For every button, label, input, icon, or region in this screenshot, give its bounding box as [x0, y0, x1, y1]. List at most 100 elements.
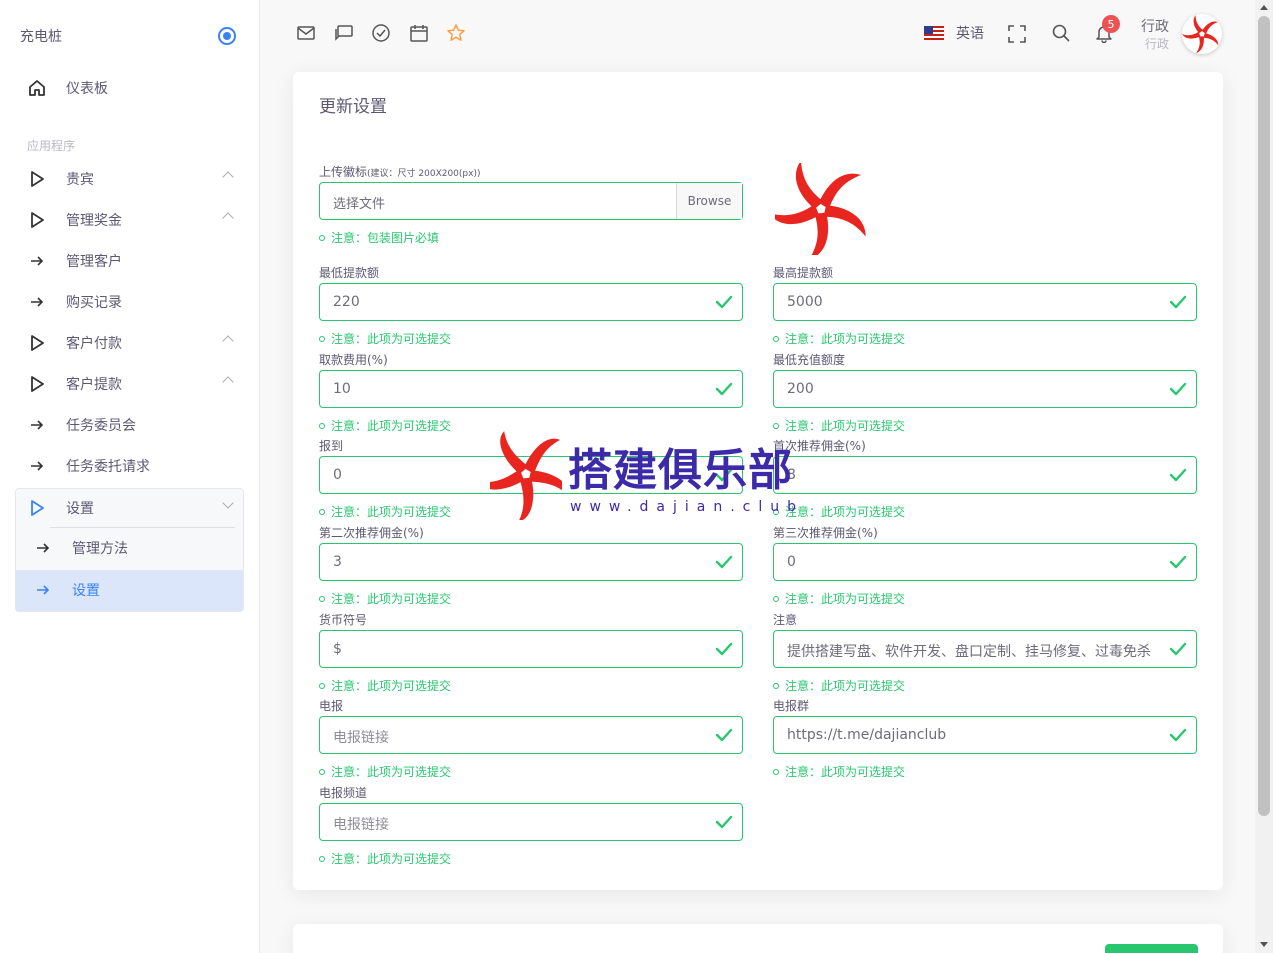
sidebar-item-label: 任务委员会	[66, 418, 136, 434]
fullscreen-icon[interactable]	[1007, 24, 1027, 44]
optional-note: 注意：此项为可选提交	[773, 417, 905, 434]
sidebar-item-label: 任务委托请求	[66, 459, 150, 475]
notification-badge: 5	[1102, 15, 1120, 33]
first-commission-input[interactable]: 8	[773, 456, 1197, 494]
chevron-up-icon	[222, 335, 234, 347]
chevron-down-icon	[222, 497, 234, 509]
sidebar-item-settings-sub[interactable]: 设置	[22, 570, 250, 610]
sidebar-toggle-icon[interactable]	[218, 27, 236, 45]
file-placeholder: 选择文件	[333, 197, 386, 212]
sidebar-item-vip[interactable]: 贵宾	[16, 159, 244, 199]
min-recharge-value: 200	[787, 381, 814, 397]
play-icon	[26, 497, 48, 519]
withdraw-fee-value: 10	[333, 381, 351, 397]
withdraw-fee-label: 取款费用(%)	[319, 353, 388, 367]
calendar-icon[interactable]	[409, 23, 429, 43]
max-withdrawal-input[interactable]: 5000	[773, 283, 1197, 321]
scroll-thumb[interactable]	[1258, 16, 1270, 816]
page-title: 更新设置	[319, 97, 387, 117]
sidebar-item-label: 管理客户	[66, 254, 122, 270]
min-recharge-label: 最低充值额度	[773, 353, 846, 367]
optional-note: 注意：此项为可选提交	[773, 330, 905, 347]
arrow-right-icon	[26, 291, 48, 313]
currency-symbol-input[interactable]: $	[319, 630, 743, 668]
sidebar-item-label: 仪表板	[66, 81, 108, 97]
optional-note: 注意：此项为可选提交	[319, 417, 451, 434]
sidebar-item-payments[interactable]: 客户付款	[16, 323, 244, 363]
max-withdrawal-value: 5000	[787, 294, 823, 310]
check-icon	[1169, 728, 1187, 742]
logo-note: 注意：包装图片必填	[319, 229, 439, 246]
section-label: 应用程序	[27, 139, 76, 153]
sidebar-item-purchases[interactable]: 购买记录	[16, 282, 244, 322]
sidebar-item-dashboard[interactable]: 仪表板	[16, 68, 244, 108]
optional-note: 注意：此项为可选提交	[773, 763, 905, 780]
currency-symbol-value: $	[333, 641, 342, 657]
check-icon	[715, 468, 733, 482]
chevron-up-icon	[222, 212, 234, 224]
play-icon	[26, 332, 48, 354]
telegram-value: 电报链接	[333, 730, 389, 746]
mail-icon[interactable]	[296, 23, 316, 43]
telegram-group-input[interactable]: https://t.me/dajianclub	[773, 716, 1197, 754]
check-icon	[715, 815, 733, 829]
scrollbar[interactable]	[1255, 0, 1273, 953]
min-withdrawal-input[interactable]: 220	[319, 283, 743, 321]
scroll-down-icon[interactable]	[1260, 942, 1268, 947]
third-commission-input[interactable]: 0	[773, 543, 1197, 581]
user-name[interactable]: 行政	[1141, 16, 1169, 36]
chevron-up-icon	[222, 376, 234, 388]
max-withdrawal-label: 最高提款额	[773, 266, 834, 280]
submit-button[interactable]	[1105, 944, 1198, 953]
withdraw-fee-input[interactable]: 10	[319, 370, 743, 408]
arrow-right-icon	[32, 579, 54, 601]
optional-note: 注意：此项为可选提交	[319, 503, 451, 520]
telegram-channel-value: 电报链接	[333, 817, 389, 833]
brand-name[interactable]: 充电桩	[20, 26, 62, 46]
min-withdrawal-value: 220	[333, 294, 360, 310]
second-commission-value: 3	[333, 554, 342, 570]
browse-button[interactable]: Browse	[676, 183, 742, 219]
check-circle-icon[interactable]	[371, 23, 391, 43]
currency-symbol-label: 货币符号	[319, 613, 368, 627]
arrow-right-icon	[26, 455, 48, 477]
second-commission-label: 第二次推荐佣金(%)	[319, 526, 424, 540]
optional-note: 注意：此项为可选提交	[319, 850, 451, 867]
sidebar-item-bonus[interactable]: 管理奖金	[16, 200, 244, 240]
search-icon[interactable]	[1051, 23, 1071, 43]
sidebar-item-task-committee[interactable]: 任务委员会	[16, 405, 244, 445]
star-icon[interactable]	[446, 23, 466, 43]
sidebar-item-label: 管理方法	[72, 541, 128, 557]
telegram-channel-input[interactable]: 电报链接	[319, 803, 743, 841]
sidebar-item-methods[interactable]: 管理方法	[22, 528, 250, 568]
sidebar-item-task-requests[interactable]: 任务委托请求	[16, 446, 244, 486]
chat-icon[interactable]	[334, 23, 354, 43]
sidebar-item-withdrawals[interactable]: 客户提款	[16, 364, 244, 404]
notice-label: 注意	[773, 613, 798, 627]
arrow-right-icon	[32, 537, 54, 559]
arrow-right-icon	[26, 414, 48, 436]
check-in-input[interactable]: 0	[319, 456, 743, 494]
scroll-up-icon[interactable]	[1260, 5, 1268, 10]
telegram-group-value: https://t.me/dajianclub	[787, 727, 947, 743]
check-icon	[715, 555, 733, 569]
chevron-up-icon	[222, 171, 234, 183]
notice-input[interactable]: 提供搭建写盘、软件开发、盘口定制、挂马修复、过毒免杀	[773, 630, 1197, 668]
language-label: 英语	[956, 26, 984, 42]
play-icon	[26, 373, 48, 395]
check-icon	[1169, 555, 1187, 569]
language-switcher[interactable]: 英语	[924, 23, 984, 43]
sidebar-item-settings[interactable]: 设置	[16, 488, 244, 528]
play-icon	[26, 209, 48, 231]
logo-size-hint: (建议：尺寸 200X200(px))	[367, 169, 481, 179]
min-recharge-input[interactable]: 200	[773, 370, 1197, 408]
second-commission-input[interactable]: 3	[319, 543, 743, 581]
logo-label: 上传徽标(建议：尺寸 200X200(px))	[319, 165, 481, 179]
min-withdrawal-label: 最低提款额	[319, 266, 380, 280]
check-icon	[715, 728, 733, 742]
sidebar-item-customers[interactable]: 管理客户	[16, 241, 244, 281]
avatar[interactable]	[1182, 14, 1222, 54]
telegram-input[interactable]: 电报链接	[319, 716, 743, 754]
check-in-value: 0	[333, 467, 342, 483]
logo-file-input[interactable]: 选择文件 Browse	[319, 182, 743, 220]
